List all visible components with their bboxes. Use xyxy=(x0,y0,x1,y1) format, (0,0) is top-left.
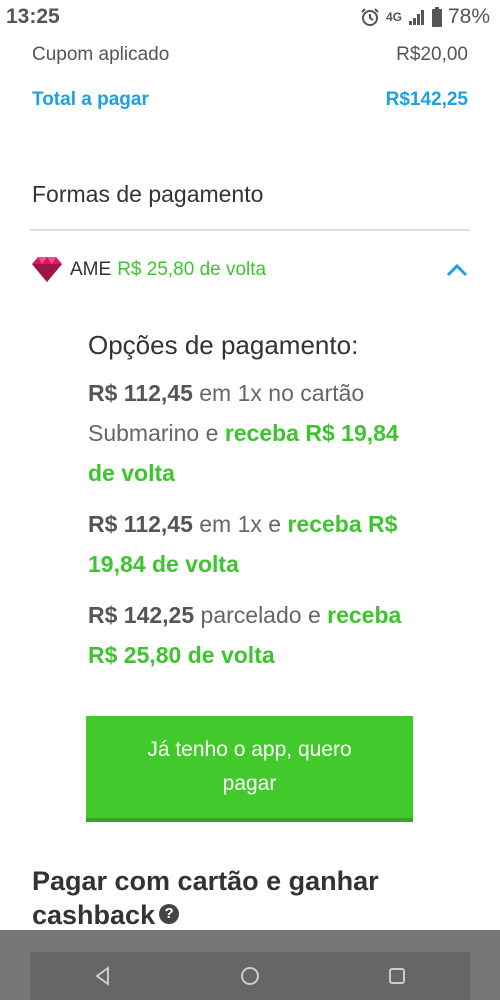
status-time: 13:25 xyxy=(6,5,60,28)
payment-methods-title: Formas de pagamento xyxy=(32,181,264,207)
ame-logo-icon xyxy=(32,257,62,282)
divider xyxy=(30,229,470,231)
payment-option-3: R$ 142,25 parcelado e receba R$ 25,80 de… xyxy=(88,595,418,675)
option-price: R$ 142,25 xyxy=(88,602,195,628)
signal-icon xyxy=(408,8,426,26)
option-text: em 1x e xyxy=(192,511,288,537)
navigation-bar xyxy=(0,930,500,1000)
cashback-title-text: Pagar com cartão e ganhar cashback xyxy=(32,866,379,930)
back-icon[interactable] xyxy=(83,956,123,996)
payment-options: Opções de pagamento: R$ 112,45 em 1x no … xyxy=(88,330,418,686)
ame-payment-option[interactable]: AME R$ 25,80 de volta xyxy=(30,250,470,290)
total-value: R$142,25 xyxy=(385,89,468,110)
ame-cashback: R$ 25,80 de volta xyxy=(117,259,267,280)
pay-with-app-button[interactable]: Já tenho o app, quero pagar xyxy=(86,716,413,822)
battery-icon xyxy=(431,7,442,27)
total-label: Total a pagar xyxy=(32,89,149,110)
ame-label: AME xyxy=(70,259,112,280)
coupon-value: R$20,00 xyxy=(396,44,468,65)
payment-option-2: R$ 112,45 em 1x e receba R$ 19,84 de vol… xyxy=(88,504,418,584)
status-bar: 13:25 4G 78% xyxy=(0,0,500,34)
payment-options-title: Opções de pagamento: xyxy=(88,330,359,360)
chevron-up-icon[interactable] xyxy=(444,257,470,283)
total-row: Total a pagar R$142,25 xyxy=(32,89,468,111)
alarm-icon xyxy=(360,7,380,27)
recent-apps-icon[interactable] xyxy=(377,956,417,996)
option-text: parcelado e xyxy=(194,602,328,628)
payment-option-1: R$ 112,45 em 1x no cartão Submarino e re… xyxy=(88,373,418,493)
cashback-section-title: Pagar com cartão e ganhar cashback? xyxy=(32,864,432,932)
status-icons: 4G 78% xyxy=(360,5,490,29)
battery-percent: 78% xyxy=(447,5,490,28)
coupon-label: Cupom aplicado xyxy=(32,44,170,65)
navigation-bar-inner xyxy=(30,952,470,1000)
option-price: R$ 112,45 xyxy=(88,380,193,406)
home-icon[interactable] xyxy=(230,956,270,996)
option-price: R$ 112,45 xyxy=(88,511,193,537)
network-4g-icon: 4G xyxy=(385,9,402,24)
help-icon[interactable]: ? xyxy=(159,903,180,924)
coupon-row: Cupom aplicado R$20,00 xyxy=(32,44,468,66)
